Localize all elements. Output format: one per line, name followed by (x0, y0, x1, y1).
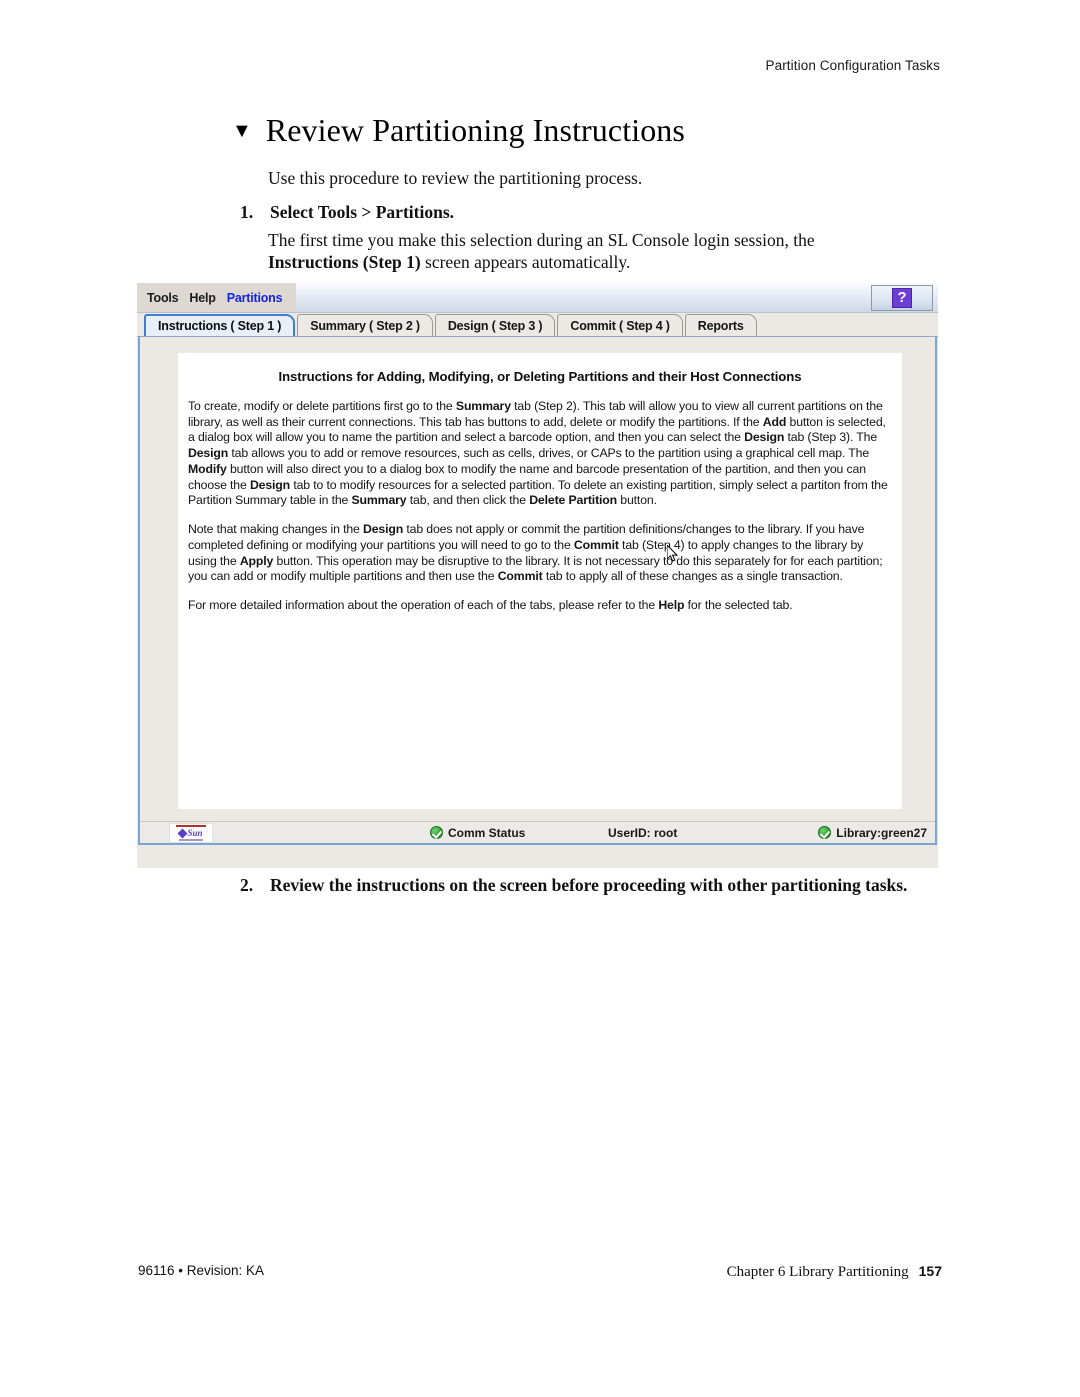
menu-item-partitions[interactable]: Partitions (227, 291, 283, 305)
footer-chapter-text: Chapter 6 Library Partitioning (726, 1264, 909, 1280)
step-2-title: Review the instructions on the screen be… (270, 875, 908, 895)
status-comm-status: Comm Status (430, 826, 525, 840)
step-1-number: 1. (240, 202, 254, 222)
step-1-title: Select Tools > Partitions. (270, 202, 454, 222)
help-button[interactable]: ? (871, 285, 933, 311)
footer-chapter: Chapter 6 Library Partitioning 157 (727, 1263, 942, 1281)
step-1: 1. Select Tools > Partitions. (240, 202, 900, 223)
menu-item-help[interactable]: Help (189, 291, 215, 305)
step-1-desc-prefix: The first time you make this selection d… (268, 230, 815, 250)
tab-instructions-step-1[interactable]: Instructions ( Step 1 ) (144, 314, 296, 336)
intro-paragraph: Use this procedure to review the partiti… (268, 168, 643, 188)
instructions-heading: Instructions for Adding, Modifying, or D… (278, 369, 802, 384)
tab-strip: Instructions ( Step 1 ) Summary ( Step 2… (137, 313, 938, 337)
status-user-id: UserID: root (608, 826, 677, 840)
page-title-text: Review Partitioning Instructions (265, 112, 685, 148)
logo-mark-row: Sun (178, 828, 203, 838)
footer-revision: 96116 • Revision: KA (138, 1263, 265, 1278)
status-library: Library:green27 (818, 826, 927, 840)
question-mark-icon: ? (892, 288, 912, 308)
tab-reports[interactable]: Reports (684, 314, 757, 336)
instructions-panel: Instructions for Adding, Modifying, or D… (138, 337, 937, 845)
logo-top-bar (176, 825, 206, 827)
running-head: Partition Configuration Tasks (765, 58, 940, 73)
sl-console-window: Tools Help Partitions ? Instructions ( S… (137, 283, 938, 868)
step-1-desc-bold: Instructions (Step 1) (268, 252, 421, 273)
status-bar: Sun Comm Status UserID: root Library:gre… (140, 821, 935, 843)
user-id-label: UserID: root (608, 825, 678, 840)
step-2: 2. Review the instructions on the screen… (240, 874, 920, 897)
instructions-content: Instructions for Adding, Modifying, or D… (178, 353, 902, 809)
sun-logo-text: Sun (187, 828, 203, 838)
menu-bar: Tools Help Partitions ? (137, 283, 938, 313)
section-marker-icon: ▼ (232, 120, 252, 142)
instructions-paragraphs: To create, modify or delete partitions f… (188, 399, 892, 614)
step-2-number: 2. (240, 875, 254, 895)
check-circle-icon (430, 826, 443, 839)
check-circle-icon (818, 826, 832, 839)
comm-status-label: Comm Status (448, 825, 526, 840)
footer-page-number: 157 (918, 1263, 942, 1279)
library-label: Library:green27 (836, 825, 927, 840)
tab-commit-step-4[interactable]: Commit ( Step 4 ) (557, 314, 683, 336)
instructions-paragraph-3: For more detailed information about the … (188, 598, 793, 613)
instructions-paragraph-1: To create, modify or delete partitions f… (188, 399, 888, 508)
instructions-paragraph-2: Note that making changes in the Design t… (188, 522, 883, 584)
menu-items: Tools Help Partitions (137, 283, 297, 312)
logo-bottom-bar (179, 839, 203, 841)
tab-summary-step-2[interactable]: Summary ( Step 2 ) (297, 314, 433, 336)
sun-diamond-icon (178, 828, 188, 838)
menu-item-tools[interactable]: Tools (147, 291, 179, 305)
step-1-desc-suffix: screen appears automatically. (420, 252, 631, 273)
tab-design-step-3[interactable]: Design ( Step 3 ) (434, 314, 556, 336)
step-1-description: The first time you make this selection d… (268, 229, 908, 274)
page-title: ▼ Review Partitioning Instructions (232, 112, 685, 149)
sun-logo-icon: Sun (169, 823, 213, 843)
